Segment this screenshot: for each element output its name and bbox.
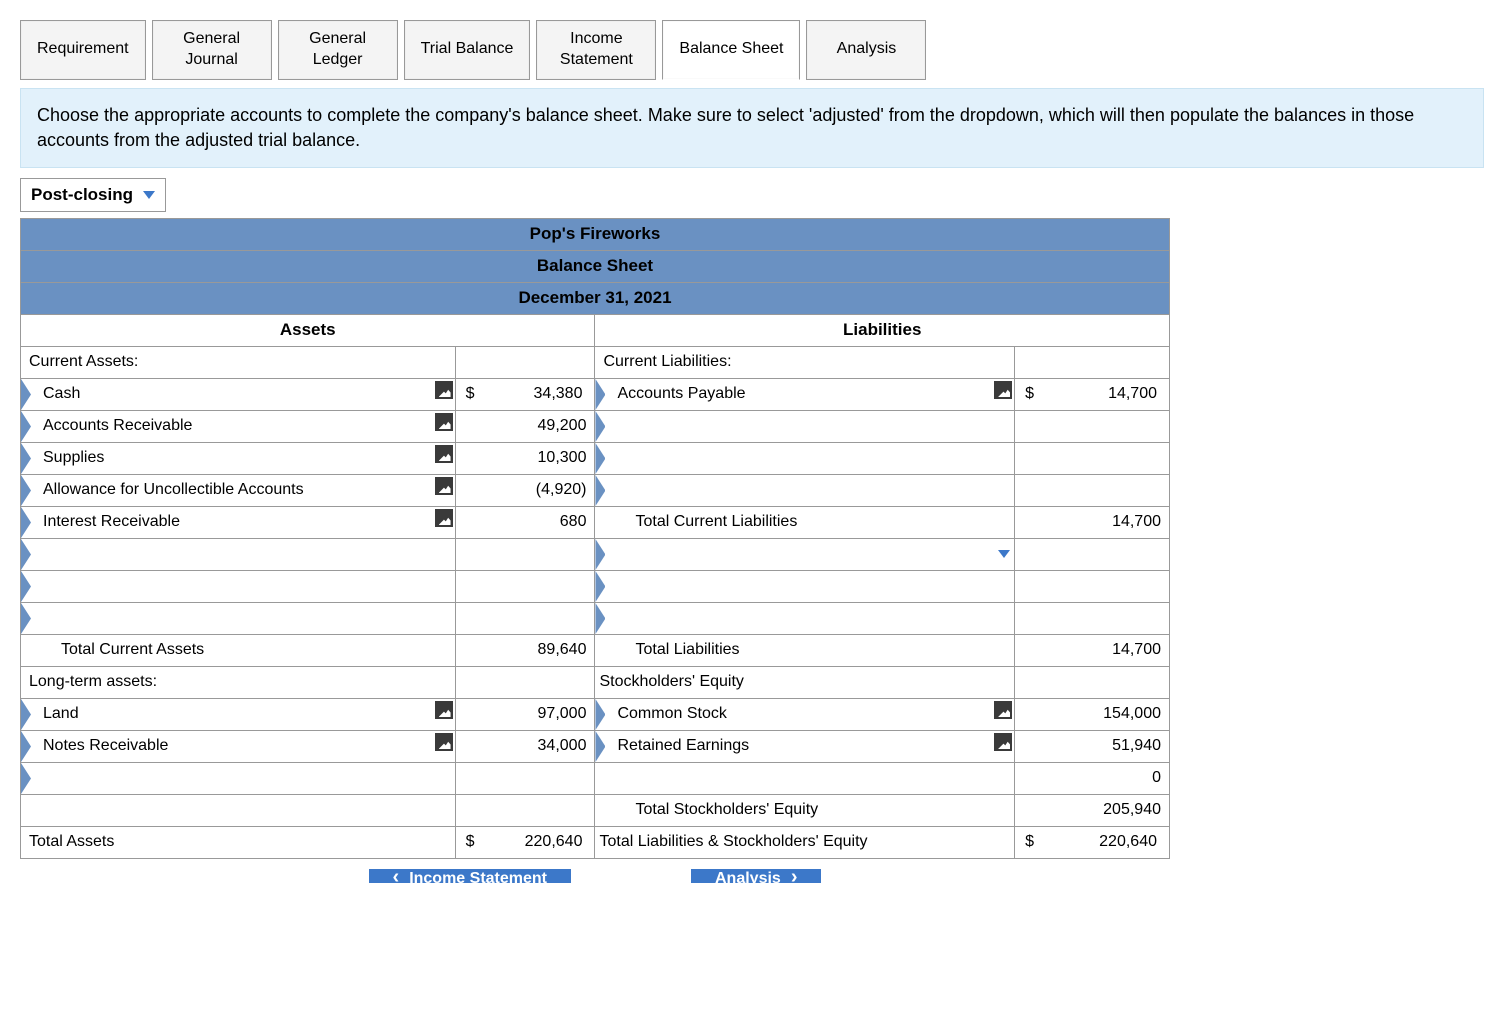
liability-value-cell[interactable] bbox=[1015, 602, 1170, 634]
total-current-assets-value: 89,640 bbox=[455, 634, 595, 666]
liability-value-cell[interactable] bbox=[1015, 570, 1170, 602]
picture-icon bbox=[435, 413, 453, 431]
liability-account-select[interactable] bbox=[595, 410, 1015, 442]
liability-account-select[interactable]: Accounts Payable bbox=[595, 378, 1015, 410]
total-stockholders-equity-label: Total Stockholders' Equity bbox=[595, 794, 1015, 826]
liability-value-cell[interactable] bbox=[1015, 442, 1170, 474]
stockholders-equity-heading: Stockholders' Equity bbox=[595, 666, 1015, 698]
tab-bar: Requirement General Journal General Ledg… bbox=[20, 20, 1484, 80]
picture-icon bbox=[994, 733, 1012, 751]
asset-value-cell[interactable]: 34,000 bbox=[455, 730, 595, 762]
company-name: Pop's Fireworks bbox=[21, 218, 1170, 250]
liability-account-select[interactable] bbox=[595, 442, 1015, 474]
total-current-liabilities-label: Total Current Liabilities bbox=[595, 506, 1015, 538]
tab-trial-balance[interactable]: Trial Balance bbox=[404, 20, 531, 80]
total-assets-label: Total Assets bbox=[21, 826, 456, 858]
liability-value-cell[interactable]: $ 14,700 bbox=[1015, 378, 1170, 410]
asset-value-cell[interactable]: 10,300 bbox=[455, 442, 595, 474]
total-liabilities-label: Total Liabilities bbox=[595, 634, 1015, 666]
tab-analysis[interactable]: Analysis bbox=[806, 20, 926, 80]
asset-value-cell[interactable] bbox=[455, 570, 595, 602]
current-assets-heading: Current Assets: bbox=[21, 346, 456, 378]
liability-value-cell[interactable] bbox=[1015, 538, 1170, 570]
picture-icon bbox=[435, 477, 453, 495]
asset-value-cell[interactable]: (4,920) bbox=[455, 474, 595, 506]
total-liab-equity-value: $ 220,640 bbox=[1015, 826, 1170, 858]
asset-value-cell[interactable] bbox=[455, 762, 595, 794]
statement-date: December 31, 2021 bbox=[21, 282, 1170, 314]
asset-account-select[interactable]: Interest Receivable bbox=[21, 506, 456, 538]
assets-heading: Assets bbox=[21, 314, 595, 346]
prev-button[interactable]: Income Statement bbox=[369, 869, 571, 883]
total-current-liabilities-value: 14,700 bbox=[1015, 506, 1170, 538]
asset-value-cell[interactable] bbox=[455, 602, 595, 634]
statement-title: Balance Sheet bbox=[21, 250, 1170, 282]
tab-general-ledger[interactable]: General Ledger bbox=[278, 20, 398, 80]
liability-account-select[interactable] bbox=[595, 602, 1015, 634]
asset-account-select[interactable]: Land bbox=[21, 698, 456, 730]
chevron-left-icon bbox=[393, 870, 400, 883]
tab-balance-sheet[interactable]: Balance Sheet bbox=[662, 20, 800, 80]
chevron-right-icon bbox=[791, 870, 798, 883]
asset-value-cell[interactable]: 49,200 bbox=[455, 410, 595, 442]
picture-icon bbox=[435, 701, 453, 719]
instructions-text: Choose the appropriate accounts to compl… bbox=[20, 88, 1484, 168]
chevron-down-icon bbox=[143, 191, 155, 199]
equity-value-cell[interactable]: 51,940 bbox=[1015, 730, 1170, 762]
asset-account-select[interactable]: Supplies bbox=[21, 442, 456, 474]
asset-account-select[interactable] bbox=[21, 570, 456, 602]
asset-account-select[interactable] bbox=[21, 602, 456, 634]
tab-general-journal[interactable]: General Journal bbox=[152, 20, 272, 80]
liability-value-cell[interactable] bbox=[1015, 474, 1170, 506]
asset-account-select[interactable]: Allowance for Uncollectible Accounts bbox=[21, 474, 456, 506]
asset-value-cell[interactable]: 97,000 bbox=[455, 698, 595, 730]
equity-account-select[interactable]: Common Stock bbox=[595, 698, 1015, 730]
asset-value-cell[interactable]: $ 34,380 bbox=[455, 378, 595, 410]
total-current-assets-label: Total Current Assets bbox=[21, 634, 456, 666]
asset-account-select[interactable]: Notes Receivable bbox=[21, 730, 456, 762]
liabilities-heading: Liabilities bbox=[595, 314, 1170, 346]
liability-value-cell[interactable] bbox=[1015, 410, 1170, 442]
total-liab-equity-label: Total Liabilities & Stockholders' Equity bbox=[595, 826, 1015, 858]
next-button[interactable]: Analysis bbox=[691, 869, 821, 883]
equity-value-cell[interactable]: 0 bbox=[1015, 762, 1170, 794]
asset-account-select[interactable] bbox=[21, 538, 456, 570]
liability-account-select[interactable] bbox=[595, 570, 1015, 602]
trial-balance-type-select[interactable]: Post-closing bbox=[20, 178, 166, 212]
asset-account-select[interactable]: Accounts Receivable bbox=[21, 410, 456, 442]
picture-icon bbox=[435, 445, 453, 463]
liability-account-select[interactable] bbox=[595, 538, 1015, 570]
chevron-down-icon bbox=[998, 550, 1010, 558]
tab-requirement[interactable]: Requirement bbox=[20, 20, 146, 80]
equity-value-cell[interactable]: 154,000 bbox=[1015, 698, 1170, 730]
picture-icon bbox=[435, 733, 453, 751]
equity-account-select[interactable] bbox=[595, 762, 1015, 794]
trial-balance-type-value: Post-closing bbox=[31, 185, 133, 205]
nav-buttons: Income Statement Analysis bbox=[20, 869, 1170, 883]
picture-icon bbox=[435, 509, 453, 527]
asset-value-cell[interactable]: 680 bbox=[455, 506, 595, 538]
picture-icon bbox=[994, 381, 1012, 399]
picture-icon bbox=[435, 381, 453, 399]
picture-icon bbox=[994, 701, 1012, 719]
balance-sheet-table: Pop's Fireworks Balance Sheet December 3… bbox=[20, 218, 1170, 859]
asset-value-cell[interactable] bbox=[455, 538, 595, 570]
total-assets-value: $ 220,640 bbox=[455, 826, 595, 858]
long-term-assets-heading: Long-term assets: bbox=[21, 666, 456, 698]
asset-account-select[interactable]: Cash bbox=[21, 378, 456, 410]
tab-income-statement[interactable]: Income Statement bbox=[536, 20, 656, 80]
total-stockholders-equity-value: 205,940 bbox=[1015, 794, 1170, 826]
total-liabilities-value: 14,700 bbox=[1015, 634, 1170, 666]
current-liabilities-heading: Current Liabilities: bbox=[595, 346, 1015, 378]
equity-account-select[interactable]: Retained Earnings bbox=[595, 730, 1015, 762]
asset-account-select[interactable] bbox=[21, 762, 456, 794]
liability-account-select[interactable] bbox=[595, 474, 1015, 506]
